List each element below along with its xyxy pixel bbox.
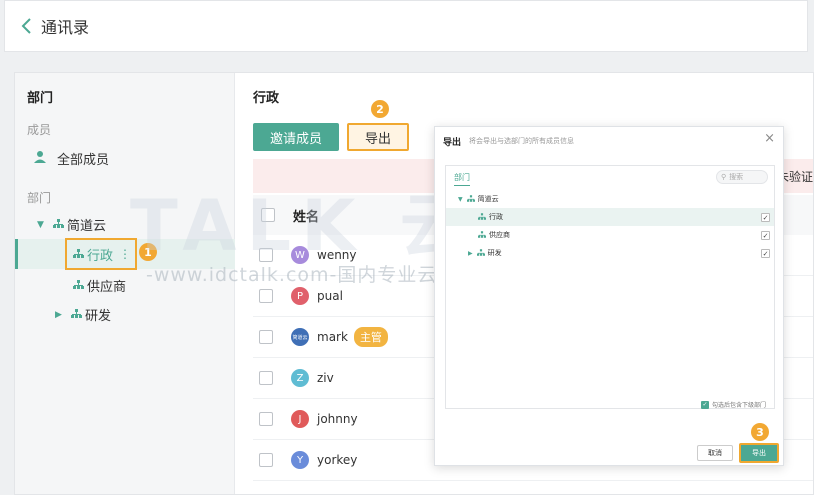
search-input[interactable]: ⚲ 搜索 <box>716 170 768 184</box>
caret-right-icon[interactable]: ▶ <box>55 310 63 320</box>
include-subdept-checkbox[interactable]: ✓ 勾选后包含下级部门 <box>700 400 766 409</box>
manager-badge: 主管 <box>353 327 388 347</box>
sidebar-item-all-members[interactable]: 全部成员 <box>33 149 109 168</box>
member-name: johnny <box>317 412 358 426</box>
member-name: ziv <box>317 371 334 385</box>
checkbox-checked-icon: ✓ <box>700 400 709 409</box>
select-all-checkbox[interactable] <box>261 208 275 222</box>
dialog-subtitle: 将会导出与选部门的所有成员信息 <box>469 137 574 145</box>
include-subdept-label: 勾选后包含下级部门 <box>711 402 766 409</box>
avatar: 简道云 <box>291 328 309 346</box>
cancel-button[interactable]: 取消 <box>697 445 733 461</box>
top-header: 通讯录 <box>4 0 808 52</box>
export-dialog: 导出 将会导出与选部门的所有成员信息 × 部门 ⚲ 搜索 ▼ 简道云 行政 ✓ … <box>434 126 784 466</box>
sidebar: 部门 成员 全部成员 部门 ▼ 简道云 行政 ⋮ 1 供应商 ▶ 研发 <box>15 73 235 494</box>
org-chart-icon <box>71 307 82 322</box>
sidebar-title: 部门 <box>27 91 54 106</box>
row-checkbox-checked[interactable]: ✓ <box>761 248 770 258</box>
annotation-badge-2: 2 <box>371 100 389 118</box>
avatar: P <box>291 287 309 305</box>
tree-item-xingzheng[interactable]: 行政 ⋮ <box>65 238 137 270</box>
selector-row-label: 研发 <box>487 249 502 257</box>
search-icon: ⚲ <box>721 173 727 181</box>
row-checkbox[interactable] <box>259 330 273 344</box>
avatar: W <box>291 246 309 264</box>
tree-item-label: 简道云 <box>67 219 107 234</box>
invite-member-button[interactable]: 邀请成员 <box>253 123 339 151</box>
selector-row-rd[interactable]: ▶ 研发 ✓ <box>446 244 774 262</box>
row-checkbox-checked[interactable]: ✓ <box>761 230 770 240</box>
tree-item-label: 研发 <box>85 309 112 324</box>
org-chart-icon <box>73 247 84 262</box>
row-checkbox[interactable] <box>259 371 273 385</box>
selector-row-jiandaoyun[interactable]: ▼ 简道云 <box>446 190 774 208</box>
caret-down-icon[interactable]: ▼ <box>458 196 463 203</box>
member-name: wenny <box>317 248 357 262</box>
row-checkbox[interactable] <box>259 453 273 467</box>
avatar: Y <box>291 451 309 469</box>
department-title: 行政 <box>253 91 280 106</box>
search-placeholder: 搜索 <box>729 173 744 181</box>
dept-section-label: 部门 <box>27 191 52 205</box>
members-section-label: 成员 <box>27 123 52 137</box>
org-chart-icon <box>478 230 486 240</box>
avatar: Z <box>291 369 309 387</box>
selector-row-supplier[interactable]: 供应商 ✓ <box>446 226 774 244</box>
org-chart-icon <box>478 212 486 222</box>
export-button[interactable]: 导出 <box>347 123 409 151</box>
chevron-left-icon[interactable] <box>17 17 35 35</box>
tree-item-supplier[interactable]: 供应商 <box>73 276 126 295</box>
sidebar-item-label: 全部成员 <box>57 153 110 168</box>
tab-department[interactable]: 部门 <box>454 172 470 186</box>
selector-row-xingzheng[interactable]: 行政 ✓ <box>446 208 774 226</box>
member-name: pual <box>317 289 343 303</box>
dept-selector-panel: 部门 ⚲ 搜索 ▼ 简道云 行政 ✓ 供应商 ✓ ▶ 研发 ✓ ✓ 勾选后包含下… <box>445 165 775 409</box>
page-title: 通讯录 <box>41 18 90 37</box>
more-icon[interactable]: ⋮ <box>119 247 131 261</box>
tree-item-jiandaoyun[interactable]: ▼ 简道云 <box>37 215 106 234</box>
row-checkbox[interactable] <box>259 248 273 262</box>
tree-item-label: 供应商 <box>87 280 127 295</box>
row-checkbox[interactable] <box>259 412 273 426</box>
member-name: yorkey <box>317 453 358 467</box>
org-chart-icon <box>466 194 475 204</box>
tree-item-rd[interactable]: ▶ 研发 <box>55 305 111 324</box>
annotation-badge-1: 1 <box>139 243 157 261</box>
person-icon <box>33 150 47 168</box>
avatar: J <box>291 410 309 428</box>
row-checkbox-checked[interactable]: ✓ <box>761 212 770 222</box>
row-checkbox[interactable] <box>259 289 273 303</box>
selector-row-label: 简道云 <box>477 195 499 203</box>
org-chart-icon <box>476 248 485 258</box>
dialog-title: 导出 <box>443 138 462 148</box>
selector-row-label: 供应商 <box>489 231 510 239</box>
member-name: mark <box>317 330 348 344</box>
close-icon[interactable]: × <box>764 131 775 146</box>
caret-right-icon[interactable]: ▶ <box>468 250 473 257</box>
column-header-name: 姓名 <box>293 209 320 225</box>
caret-down-icon[interactable]: ▼ <box>37 220 45 230</box>
selector-row-label: 行政 <box>489 213 503 221</box>
confirm-export-button[interactable]: 导出 <box>739 443 779 463</box>
annotation-badge-3: 3 <box>751 423 769 441</box>
org-chart-icon <box>73 278 84 293</box>
org-chart-icon <box>53 217 64 232</box>
tree-item-label: 行政 <box>87 248 114 264</box>
